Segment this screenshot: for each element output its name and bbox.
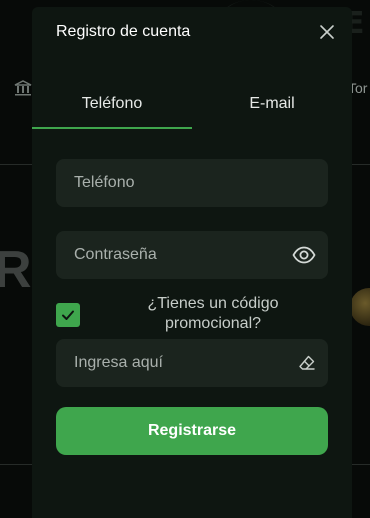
- promo-code-field: [56, 339, 328, 387]
- close-icon: [320, 25, 334, 39]
- tab-phone[interactable]: Teléfono: [32, 81, 192, 127]
- phone-field: [56, 159, 328, 207]
- eye-icon: [292, 246, 316, 264]
- promo-code-checkbox[interactable]: [56, 303, 80, 327]
- promo-code-toggle: ¿Tienes un código promocional?: [56, 294, 328, 337]
- promo-code-label[interactable]: ¿Tienes un código promocional?: [100, 294, 326, 334]
- active-tab-indicator: [32, 127, 192, 129]
- register-button[interactable]: Registrarse: [56, 407, 328, 455]
- tab-email[interactable]: E-mail: [192, 81, 352, 127]
- toggle-password-visibility-button[interactable]: [292, 243, 316, 267]
- eraser-icon[interactable]: [298, 354, 316, 372]
- checkmark-icon: [62, 310, 74, 320]
- password-input[interactable]: [56, 231, 328, 279]
- password-field: [56, 231, 328, 279]
- background-ball-image: [350, 288, 370, 326]
- registration-modal: Registro de cuenta Teléfono E-mail ¿Tien…: [32, 7, 352, 518]
- bank-icon: [14, 80, 32, 96]
- modal-title: Registro de cuenta: [56, 23, 191, 40]
- promo-code-input[interactable]: [56, 339, 328, 387]
- phone-input[interactable]: [56, 159, 328, 207]
- registration-tabs: Teléfono E-mail: [32, 81, 352, 129]
- close-button[interactable]: [316, 21, 338, 43]
